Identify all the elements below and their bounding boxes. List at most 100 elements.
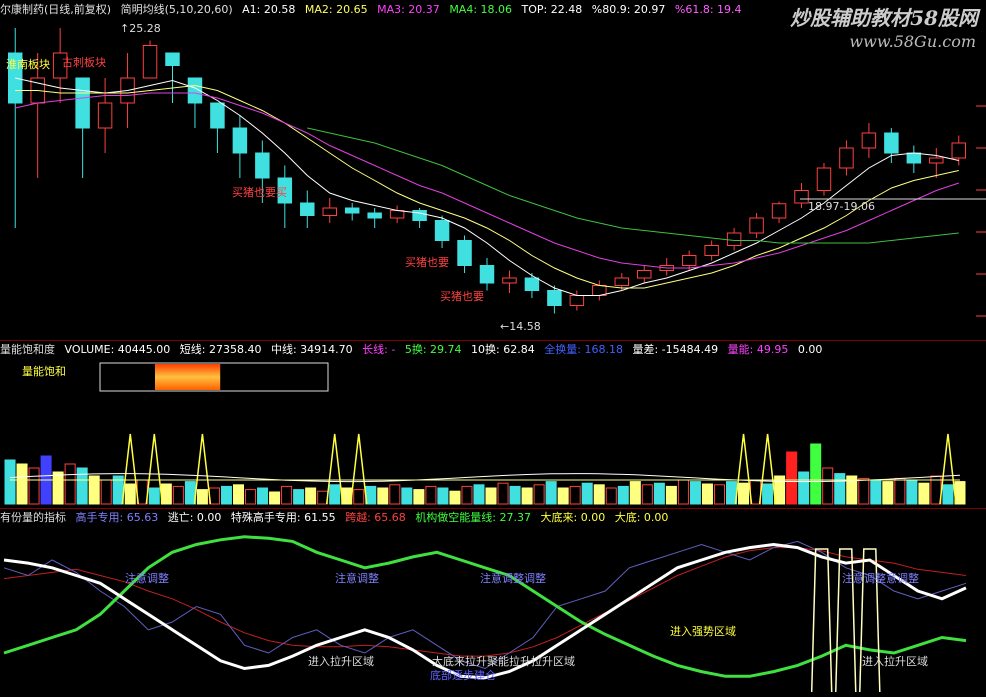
volume-bar xyxy=(677,479,689,505)
candle-body xyxy=(637,270,652,279)
volume-bar xyxy=(918,482,930,505)
yellow-spike xyxy=(835,548,857,693)
ind-name: 有份量的指标 xyxy=(0,511,66,524)
volume-bar xyxy=(220,485,232,505)
diff-value: 量差: -15484.49 xyxy=(632,343,719,356)
candle-body xyxy=(839,147,854,169)
volume-bar xyxy=(545,481,557,505)
volume-bar xyxy=(449,490,461,505)
volume-bar xyxy=(16,463,28,505)
volume-bar xyxy=(269,491,281,505)
volume-bar xyxy=(786,451,798,505)
volume-bar xyxy=(629,481,641,505)
signal-label: 注意调整调整 xyxy=(480,571,546,585)
volume-bar xyxy=(750,479,762,505)
candle-body xyxy=(255,152,270,179)
signal-label: 注意调整意调整 xyxy=(842,571,919,585)
zero-value: 0.00 xyxy=(797,343,823,356)
escape-value: 逃亡: 0.00 xyxy=(167,511,222,524)
signal-label: 注意调整 xyxy=(125,571,169,585)
volume-bar xyxy=(208,487,220,505)
volume-bar xyxy=(485,487,497,505)
volume-bar xyxy=(232,484,245,505)
volume-bar xyxy=(605,487,617,505)
candle-body xyxy=(75,77,90,129)
volume-bar xyxy=(726,481,738,505)
volume-bar xyxy=(136,479,148,505)
candle-body xyxy=(232,127,248,154)
volume-bar xyxy=(569,485,581,505)
candle-body xyxy=(906,152,922,164)
volume-bar xyxy=(124,483,136,505)
volume-bar xyxy=(894,477,906,505)
volume-bar xyxy=(100,479,112,505)
volume-bar xyxy=(653,482,665,505)
long-value: 长线: - xyxy=(362,343,396,356)
volume-bar xyxy=(473,484,485,505)
candle-body xyxy=(165,52,180,66)
volume-bar xyxy=(341,487,353,505)
volume-bar xyxy=(581,482,593,505)
candle-body xyxy=(771,203,787,219)
volume-bar xyxy=(798,471,810,505)
volume-bar xyxy=(305,487,317,505)
candle-body xyxy=(704,245,719,256)
volume-bar xyxy=(762,483,774,505)
h20-value: 全换量: 168.18 xyxy=(544,343,623,356)
expert-value: 高手专用: 65.63 xyxy=(75,511,159,524)
candle-body xyxy=(569,295,585,306)
blue-line xyxy=(3,540,967,670)
volume-bar xyxy=(389,484,401,505)
ma3-value: MA3: 20.37 xyxy=(377,3,440,16)
volume-bar xyxy=(641,484,653,505)
buy-signal-label-3: 买猪也要 xyxy=(440,290,484,303)
volume-bar xyxy=(701,483,713,505)
h10-value: 10换: 62.84 xyxy=(471,343,535,356)
volume-bar xyxy=(822,467,834,505)
volume-chart xyxy=(4,362,966,505)
volume-bar xyxy=(52,471,64,505)
indicator-chart: 注意调整 注意调整 注意调整调整 注意调整意调整进入拉升区域 大底来拉升聚能拉升拉升区域… xyxy=(3,535,967,693)
candle-body xyxy=(367,212,382,219)
ma-line-3 xyxy=(307,127,959,244)
inst-value: 机构做空能量线: 27.37 xyxy=(415,511,532,524)
signal-label: 大底来拉升聚能拉升拉升区域 xyxy=(432,654,575,668)
candle-body xyxy=(502,277,517,284)
indicator-name: 简明均线(5,10,20,60) xyxy=(120,3,233,16)
volume-bar xyxy=(858,477,870,505)
high-price-label: ↑25.28 xyxy=(120,22,161,35)
volume-bar xyxy=(738,482,750,505)
volume-bar xyxy=(28,467,40,505)
volume-bar xyxy=(257,487,269,505)
volume-bar xyxy=(461,485,473,505)
ma2-value: MA2: 20.65 xyxy=(304,3,368,16)
volume-bar xyxy=(365,485,377,505)
volume-bar xyxy=(245,489,257,505)
volume-bar xyxy=(557,487,569,505)
energy-value: 量能: 49.95 xyxy=(727,343,789,356)
volume-bar xyxy=(882,481,894,505)
indicator-pane: 有份量的指标 高手专用: 65.63 逃亡: 0.00 特殊高手专用: 61.5… xyxy=(0,508,986,697)
price-header: 尔康制药(日线,前复权) 简明均线(5,10,20,60) A1: 20.58 … xyxy=(0,2,748,18)
volume-bar xyxy=(413,489,425,505)
pct-value: %80.9: 20.97 xyxy=(591,3,666,16)
low-price-label: ←14.58 xyxy=(500,320,541,333)
volume-bar xyxy=(689,481,701,505)
volume-bar xyxy=(353,489,365,505)
yellow-spike xyxy=(810,548,833,693)
signal-label: 进入强势区域 xyxy=(670,625,736,638)
volume-value: VOLUME: 40445.00 xyxy=(64,343,171,356)
volume-bar xyxy=(437,487,449,505)
yellow-spike xyxy=(859,548,881,693)
volume-bar xyxy=(834,473,846,505)
candle-body xyxy=(479,265,495,284)
candle-body xyxy=(794,190,809,204)
candle-body xyxy=(861,132,877,149)
stock-name: 尔康制药(日线,前复权) xyxy=(0,3,112,16)
price-chart: ↑25.28 18.97-19.06 ←14.58 淮南板块 古刺板块买猪也要买买猪也要… xyxy=(6,22,986,333)
candle-body xyxy=(322,207,337,216)
volume-bar xyxy=(196,489,208,505)
volume-bar xyxy=(281,485,293,505)
volume-bar xyxy=(329,484,341,505)
level-label: 18.97-19.06 xyxy=(808,200,875,213)
